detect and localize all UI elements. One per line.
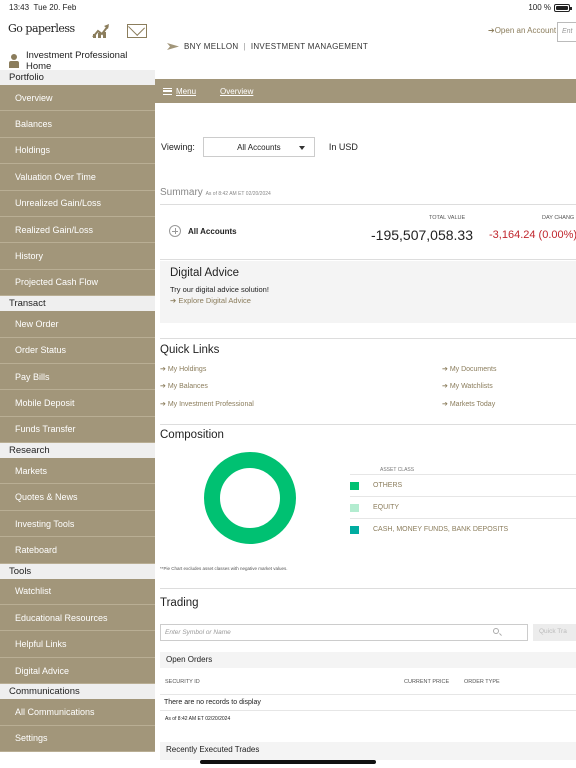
sidebar-item-projected-cash-flow[interactable]: Projected Cash Flow <box>0 269 155 297</box>
total-value-label: TOTAL VALUE <box>429 215 466 221</box>
legend-swatch <box>350 503 359 512</box>
bny-mellon-logo: BNY MELLON | INVESTMENT MANAGEMENT <box>167 42 368 51</box>
sidebar-item-rateboard[interactable]: Rateboard <box>0 537 155 564</box>
column-current-price: CURRENT PRICE <box>404 679 450 685</box>
no-records-message: There are no records to display <box>160 694 576 711</box>
sidebar-item-unrealized-gain-loss[interactable]: Unrealized Gain/Loss <box>0 190 155 217</box>
investment-professional-home-link[interactable]: Investment Professional Home <box>8 50 155 72</box>
quick-trade-button[interactable]: Quick Tra <box>533 624 576 641</box>
quick-link-my-balances[interactable]: ➔ My Balances <box>160 382 208 390</box>
sidebar-item-educational-resources[interactable]: Educational Resources <box>0 605 155 632</box>
legend-swatch <box>350 481 359 490</box>
sidebar-section-header: Portfolio <box>0 70 155 85</box>
open-orders-header: Open Orders <box>160 652 576 668</box>
chevron-down-icon <box>298 146 305 150</box>
quick-links-title: Quick Links <box>160 344 220 356</box>
composition-footnote: **Pie Chart excludes asset classes with … <box>160 566 288 571</box>
sidebar-item-pay-bills[interactable]: Pay Bills <box>0 363 155 391</box>
sidebar-item-realized-gain-loss[interactable]: Realized Gain/Loss <box>0 216 155 244</box>
column-security-id: SECURITY ID <box>165 679 200 685</box>
asset-class-header: ASSET CLASS <box>380 467 415 473</box>
currency-label: In USD <box>328 142 358 152</box>
status-time: 13:43 Tue 20. Feb <box>9 3 77 12</box>
sidebar-item-order-status[interactable]: Order Status <box>0 337 155 364</box>
overview-link[interactable]: Overview <box>220 87 253 96</box>
sidebar-section-header: Communications <box>0 684 155 700</box>
composition-title: Composition <box>160 429 224 441</box>
go-paperless-link[interactable]: Go paperless <box>8 22 75 35</box>
sidebar-section-header: Research <box>0 443 155 459</box>
mail-icon[interactable] <box>127 24 147 38</box>
trading-title: Trading <box>160 597 199 609</box>
logo-mark-icon <box>167 43 179 50</box>
home-indicator[interactable] <box>200 760 376 764</box>
main-content: BNY MELLON | INVESTMENT MANAGEMENT ➔Open a… <box>155 14 576 768</box>
sidebar-item-holdings[interactable]: Holdings <box>0 137 155 165</box>
sidebar-section-header: Tools <box>0 563 155 579</box>
quick-link-my-holdings[interactable]: ➔ My Holdings <box>160 365 206 373</box>
person-icon <box>8 54 20 68</box>
sidebar-item-quotes-news[interactable]: Quotes & News <box>0 484 155 511</box>
composition-donut-chart <box>204 452 296 544</box>
hamburger-icon[interactable] <box>163 87 172 95</box>
viewing-row: Viewing: All Accounts In USD <box>161 137 358 157</box>
sidebar-item-markets[interactable]: Markets <box>0 458 155 485</box>
status-bar: 13:43 Tue 20. Feb 100 % <box>0 0 576 14</box>
quick-link-markets-today[interactable]: ➔ Markets Today <box>442 400 495 408</box>
quick-link-my-documents[interactable]: ➔ My Documents <box>442 365 497 373</box>
sidebar-item-balances[interactable]: Balances <box>0 111 155 138</box>
explore-digital-advice-link[interactable]: ➔ Explore Digital Advice <box>170 296 570 305</box>
search-icon[interactable] <box>493 628 499 634</box>
sidebar-item-funds-transfer[interactable]: Funds Transfer <box>0 416 155 444</box>
total-value: -195,507,058.33 <box>371 227 473 243</box>
sidebar-item-valuation-over-time[interactable]: Valuation Over Time <box>0 164 155 191</box>
quick-link-my-investment-professional[interactable]: ➔ My Investment Professional <box>160 400 254 408</box>
account-select[interactable]: All Accounts <box>202 137 315 157</box>
digital-advice-text: Try our digital advice solution! <box>170 285 269 294</box>
open-account-link[interactable]: ➔Open an Account <box>488 26 556 35</box>
menu-link[interactable]: Menu <box>176 87 196 96</box>
legend-others[interactable]: OTHERS <box>350 474 576 496</box>
quick-link-my-watchlists[interactable]: ➔ My Watchlists <box>442 382 493 390</box>
digital-advice-title: Digital Advice <box>170 267 240 279</box>
sidebar-item-overview[interactable]: Overview <box>0 85 155 112</box>
summary-account-name[interactable]: All Accounts <box>188 227 237 236</box>
summary-title: Summary As of 8:42 AM ET 02/20/2024 <box>160 187 271 198</box>
sidebar-section-header: Transact <box>0 296 155 312</box>
recently-executed-header: Recently Executed Trades <box>160 742 576 760</box>
expand-plus-icon[interactable] <box>169 225 181 237</box>
orders-asof: As of 8:42 AM ET 02/20/2024 <box>165 716 231 722</box>
sidebar-item-all-communications[interactable]: All Communications <box>0 699 155 726</box>
symbol-search-input[interactable]: Enter Symbol or Name <box>160 624 528 641</box>
legend-equity[interactable]: EQUITY <box>350 496 576 518</box>
sidebar-item-mobile-deposit[interactable]: Mobile Deposit <box>0 390 155 417</box>
header-search-input[interactable]: Ent <box>557 22 576 42</box>
summary-card: All Accounts TOTAL VALUE -195,507,058.33… <box>160 204 576 260</box>
sidebar-item-settings[interactable]: Settings <box>0 725 155 752</box>
day-change-value: -3,164.24 (0.00%) <box>489 229 576 241</box>
sidebar-item-digital-advice[interactable]: Digital Advice <box>0 657 155 685</box>
legend-swatch <box>350 525 359 534</box>
battery-icon <box>554 3 572 12</box>
sidebar-item-helpful-links[interactable]: Helpful Links <box>0 631 155 658</box>
legend-cash[interactable]: CASH, MONEY FUNDS, BANK DEPOSITS <box>350 518 576 540</box>
sidebar-item-watchlist[interactable]: Watchlist <box>0 578 155 606</box>
day-change-label: DAY CHANG <box>542 215 575 221</box>
sidebar: Go paperless Investment Professional Hom… <box>0 14 155 768</box>
column-order-type: ORDER TYPE <box>464 679 500 685</box>
menu-bar: Menu Overview <box>155 79 576 103</box>
sidebar-item-investing-tools[interactable]: Investing Tools <box>0 510 155 538</box>
battery-indicator: 100 % <box>528 3 572 12</box>
digital-advice-card: Digital Advice Try our digital advice so… <box>160 261 576 323</box>
sidebar-item-new-order[interactable]: New Order <box>0 311 155 338</box>
sidebar-item-history[interactable]: History <box>0 243 155 270</box>
chart-icon[interactable] <box>92 23 110 39</box>
